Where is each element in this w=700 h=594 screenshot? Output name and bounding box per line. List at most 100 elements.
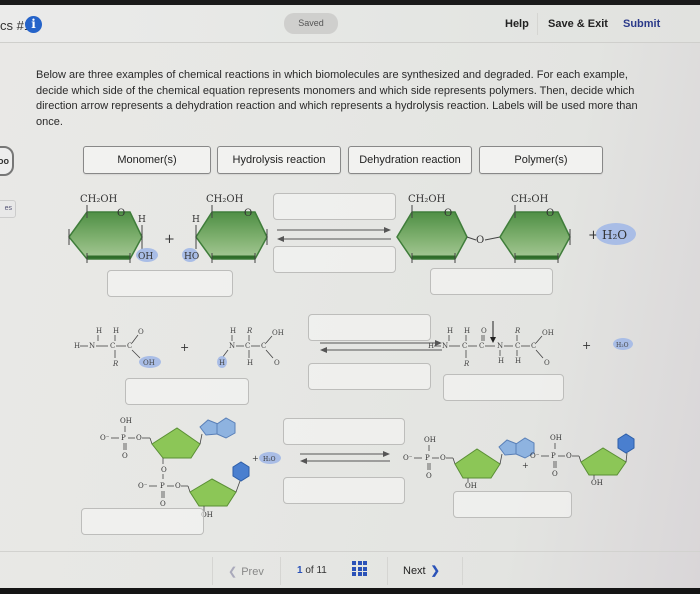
plus-sign: + xyxy=(252,454,259,463)
o-atom: O xyxy=(160,500,166,508)
label-polymers[interactable]: Polymer(s) xyxy=(479,146,603,174)
prev-button[interactable]: ❮ Prev xyxy=(228,565,264,578)
c-atom: C xyxy=(479,342,484,350)
o-atom: O xyxy=(161,466,167,474)
r-group: R xyxy=(112,360,119,368)
drop-zone-carb-left[interactable] xyxy=(107,270,233,297)
screen-bezel-bottom xyxy=(0,588,700,594)
o-atom: O xyxy=(566,452,572,460)
r-group: R xyxy=(246,327,253,335)
drop-zone-nucleic-arrow-bottom[interactable] xyxy=(283,477,405,504)
h-atom: H xyxy=(464,327,470,335)
disaccharide: CH₂OH O O CH₂OH O xyxy=(396,194,571,263)
hydroxyl-label: OH xyxy=(465,482,477,490)
label-hydrolysis-reaction[interactable]: Hydrolysis reaction xyxy=(217,146,341,174)
drop-zone-protein-right[interactable] xyxy=(443,374,564,401)
info-icon[interactable]: i xyxy=(25,16,42,33)
submit-button[interactable]: Submit xyxy=(623,18,660,30)
save-exit-button[interactable]: Save & Exit xyxy=(548,18,608,30)
h-atom: H xyxy=(113,327,119,335)
reversible-arrows xyxy=(277,227,391,242)
save-status-badge: Saved xyxy=(284,13,338,34)
hydrogen-label: H xyxy=(138,215,146,225)
o-atom: O xyxy=(138,328,144,336)
hydroxyl-label: OH xyxy=(542,329,554,337)
h-atom: H xyxy=(219,359,225,367)
drop-zone-protein-left[interactable] xyxy=(125,378,249,405)
drop-zone-carb-right[interactable] xyxy=(430,268,553,295)
prev-label: Prev xyxy=(241,566,264,578)
top-bar: cs #1 i Saved Help Save & Exit Submit xyxy=(0,5,700,43)
hydroxyl-label: OH xyxy=(120,417,132,425)
h-atom: H xyxy=(498,357,504,365)
o-atom: O xyxy=(122,452,128,460)
c-atom: C xyxy=(110,342,115,350)
divider xyxy=(537,13,538,35)
label-monomers[interactable]: Monomer(s) xyxy=(83,146,211,174)
plus-sign: + xyxy=(164,232,175,247)
current-page: 1 xyxy=(297,565,303,576)
o-atom: O xyxy=(440,454,446,462)
c-atom: C xyxy=(462,342,467,350)
o-minus-label: O⁻ xyxy=(100,434,110,442)
hydroxyl-label: OH xyxy=(138,252,153,262)
page-total: of 11 xyxy=(305,565,327,576)
n-atom: N xyxy=(89,342,95,350)
water-label: H₂O xyxy=(602,228,627,242)
next-label: Next xyxy=(403,565,426,577)
c-atom: C xyxy=(515,342,520,350)
o-minus-label: O⁻ xyxy=(530,452,540,460)
hydrogen-label: H xyxy=(192,215,200,225)
divider xyxy=(280,557,281,585)
r-group: R xyxy=(514,327,521,335)
plus-sign: + xyxy=(582,339,591,352)
h-atom: H xyxy=(428,342,434,350)
drop-zone-protein-arrow-top[interactable] xyxy=(308,314,431,341)
h-atom: H xyxy=(96,327,102,335)
c-atom: C xyxy=(127,342,132,350)
dinucleotide: OH O⁻ P O O O O⁻ P O O OH xyxy=(100,417,250,519)
ring-oxygen-label: O xyxy=(117,208,125,219)
grid-icon[interactable] xyxy=(352,561,367,576)
drop-zone-carb-arrow-top[interactable] xyxy=(273,193,396,220)
o-atom: O xyxy=(552,470,558,478)
phosphorus-label: P xyxy=(160,482,165,490)
ring-oxygen-label: O xyxy=(546,208,554,219)
side-toggle-button[interactable]: oo xyxy=(0,146,14,176)
glucose-ring-2: CH₂OH O H HO xyxy=(182,194,268,263)
ring-oxygen-label: O xyxy=(444,208,452,219)
drop-zone-carb-arrow-bottom[interactable] xyxy=(273,246,396,273)
hydroxyl-label: OH xyxy=(272,329,284,337)
h-atom: H xyxy=(230,327,236,335)
phosphorus-label: P xyxy=(425,454,430,462)
ch2oh-label: CH₂OH xyxy=(206,194,244,205)
c-atom: C xyxy=(261,342,266,350)
ch2oh-label: CH₂OH xyxy=(511,194,549,205)
drop-zone-nucleic-right[interactable] xyxy=(453,491,572,518)
pagination-bar: ❮ Prev 1 of 11 Next ❯ xyxy=(0,551,700,587)
chevron-left-icon: ❮ xyxy=(228,566,238,578)
drop-zone-nucleic-left[interactable] xyxy=(81,508,204,535)
reversible-arrows xyxy=(320,340,442,353)
glycosidic-oxygen-label: O xyxy=(476,235,484,246)
plus-sign: + xyxy=(180,341,189,354)
page-indicator: 1 of 11 xyxy=(297,565,327,576)
side-tab[interactable]: es xyxy=(0,200,16,218)
label-dehydration-reaction[interactable]: Dehydration reaction xyxy=(348,146,472,174)
c-atom: C xyxy=(531,342,536,350)
nucleotide-2: OH O⁻ P O O OH xyxy=(530,433,635,487)
water-label: H₂O xyxy=(263,456,276,463)
chevron-right-icon: ❯ xyxy=(430,565,440,577)
phosphorus-label: P xyxy=(121,434,126,442)
h-atom: H xyxy=(515,357,521,365)
help-link[interactable]: Help xyxy=(505,18,529,30)
next-button[interactable]: Next ❯ xyxy=(403,564,440,577)
o-atom: O xyxy=(136,434,142,442)
drop-zone-protein-arrow-bottom[interactable] xyxy=(308,363,431,390)
o-atom: O xyxy=(481,327,487,335)
dipeptide: H H O H N C C N C C R R H H OH O xyxy=(428,321,554,368)
h-atom: H xyxy=(247,359,253,367)
drop-zone-nucleic-arrow-top[interactable] xyxy=(283,418,405,445)
divider xyxy=(387,557,388,585)
ch2oh-label: CH₂OH xyxy=(408,194,446,205)
